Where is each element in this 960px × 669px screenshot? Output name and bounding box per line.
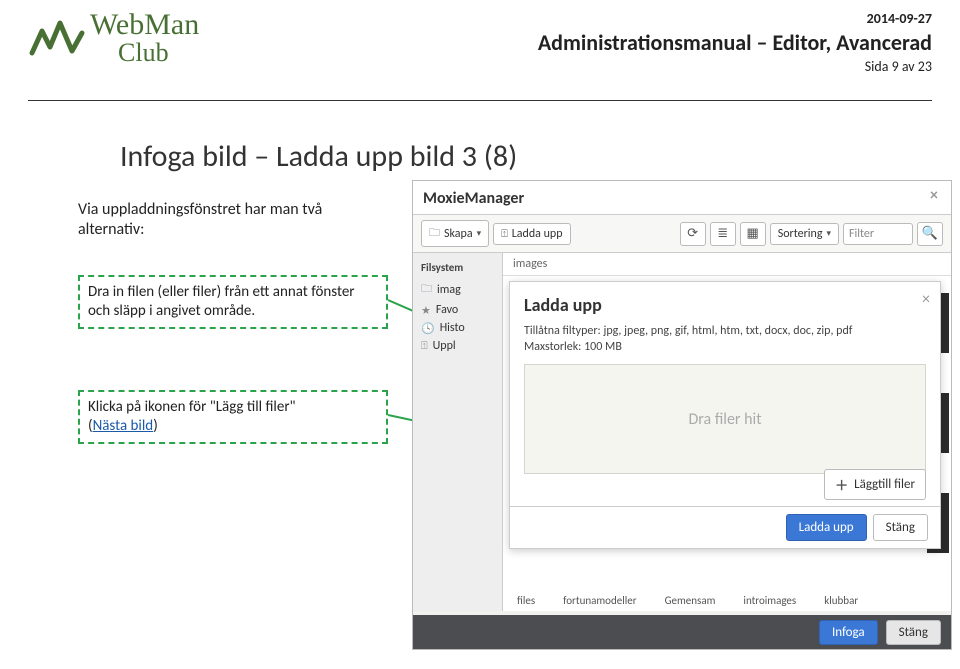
close-upload-button[interactable]: Stäng bbox=[873, 514, 928, 541]
callout-drag-drop: Dra in filen (eller filer) från ett anna… bbox=[78, 275, 388, 329]
sidebar-item-label: Histo bbox=[440, 321, 465, 335]
moxie-title: MoxieManager bbox=[423, 189, 524, 208]
intro-text: Via uppladdningsfönstret har man två alt… bbox=[78, 200, 322, 240]
filter-input[interactable]: Filter bbox=[843, 223, 913, 245]
allowed-types: Tillåtna filtyper: jpg, jpeg, png, gif, … bbox=[524, 324, 926, 338]
thumb-label: introimages bbox=[743, 594, 796, 607]
next-image-link[interactable]: Nästa bild bbox=[93, 417, 154, 435]
caret-down-icon: ▾ bbox=[477, 228, 482, 239]
close-icon[interactable]: × bbox=[922, 290, 930, 309]
callout-2-post: ) bbox=[153, 417, 158, 435]
moxie-toolbar: 🗀 Skapa ▾ ⍐ Ladda upp ⟳ ≣ ▦ Sortering ▾ … bbox=[413, 215, 951, 253]
add-files-button[interactable]: ＋ Läggtill filer bbox=[824, 469, 926, 500]
page-number: Sida 9 av 23 bbox=[538, 58, 932, 75]
add-files-label: Läggtill filer bbox=[854, 477, 915, 492]
upload-icon: ⍐ bbox=[421, 339, 428, 353]
sidebar-item-uploads[interactable]: ⍐ Uppl bbox=[413, 337, 502, 355]
sidebar-item-images[interactable]: 🗀 imag bbox=[413, 278, 502, 301]
thumb-label: fortunamodeller bbox=[563, 594, 636, 607]
sort-label: Sortering bbox=[778, 227, 823, 241]
breadcrumb[interactable]: images bbox=[503, 253, 951, 276]
star-icon: ★ bbox=[421, 304, 431, 317]
logo-text-line1: WebMan bbox=[90, 10, 199, 40]
moxiemanager-screenshot: MoxieManager × 🗀 Skapa ▾ ⍐ Ladda upp ⟳ ≣… bbox=[412, 180, 952, 650]
thumb-label: files bbox=[517, 594, 535, 607]
folder-plus-icon: 🗀 bbox=[429, 224, 440, 243]
create-button[interactable]: 🗀 Skapa ▾ bbox=[421, 220, 489, 247]
document-date: 2014-09-27 bbox=[538, 10, 932, 27]
insert-button[interactable]: Infoga bbox=[819, 620, 878, 645]
grid-view-button[interactable]: ▦ bbox=[740, 222, 766, 246]
callout-2-text: Klicka på ikonen för "Lägg till filer" bbox=[88, 398, 296, 416]
intro-line1: Via uppladdningsfönstret har man två bbox=[78, 200, 322, 219]
dropzone-label: Dra filer hit bbox=[688, 410, 761, 429]
logo-text-line2: Club bbox=[118, 40, 199, 66]
upload-button[interactable]: ⍐ Ladda upp bbox=[493, 223, 570, 245]
sidebar-heading: Filsystem bbox=[413, 257, 502, 278]
thumb-labels-row: files fortunamodeller Gemensam introimag… bbox=[517, 594, 858, 607]
upload-icon: ⍐ bbox=[501, 227, 508, 241]
search-icon: 🔍 bbox=[922, 226, 938, 241]
moxie-sidebar: Filsystem 🗀 imag ★ Favo 🕓 Histo ⍐ Uppl bbox=[413, 253, 503, 611]
sidebar-item-label: Uppl bbox=[433, 339, 456, 353]
callout-add-files: Klicka på ikonen för "Lägg till filer" (… bbox=[78, 390, 388, 444]
upload-panel: × Ladda upp Tillåtna filtyper: jpg, jpeg… bbox=[509, 281, 941, 549]
sidebar-item-label: imag bbox=[437, 283, 461, 297]
sort-button[interactable]: Sortering ▾ bbox=[770, 223, 839, 245]
thumb-label: Gemensam bbox=[665, 594, 716, 607]
sidebar-item-favorites[interactable]: ★ Favo bbox=[413, 301, 502, 319]
do-upload-button[interactable]: Ladda upp bbox=[786, 514, 867, 541]
caret-down-icon: ▾ bbox=[826, 228, 831, 239]
moxie-footer: Infoga Stäng bbox=[413, 615, 951, 649]
sidebar-item-label: Favo bbox=[436, 303, 458, 317]
upload-panel-footer: Ladda upp Stäng bbox=[510, 506, 940, 548]
list-view-button[interactable]: ≣ bbox=[710, 222, 736, 246]
upload-panel-title: Ladda upp bbox=[524, 294, 926, 316]
callout-1-line1: Dra in filen (eller filer) från ett anna… bbox=[88, 283, 355, 301]
grid-icon: ▦ bbox=[747, 226, 759, 241]
refresh-icon: ⟳ bbox=[687, 226, 698, 241]
moxie-content: images × Ladda upp Tillåtna filtyper: jp… bbox=[503, 253, 951, 611]
search-button[interactable]: 🔍 bbox=[917, 222, 943, 246]
logo-mark-icon bbox=[28, 11, 86, 65]
logo: WebMan Club bbox=[28, 10, 199, 66]
folder-icon: 🗀 bbox=[421, 280, 432, 299]
max-size: Maxstorlek: 100 MB bbox=[524, 340, 926, 354]
close-icon[interactable]: × bbox=[927, 189, 941, 203]
document-title: Administrationsmanual – Editor, Avancera… bbox=[538, 29, 932, 56]
create-label: Skapa bbox=[444, 227, 473, 241]
list-icon: ≣ bbox=[717, 226, 728, 241]
callout-1-line2: och släpp i angivet område. bbox=[88, 302, 255, 320]
header-divider bbox=[28, 100, 932, 101]
clock-icon: 🕓 bbox=[421, 322, 435, 335]
intro-line2: alternativ: bbox=[78, 220, 144, 239]
sidebar-item-history[interactable]: 🕓 Histo bbox=[413, 319, 502, 337]
dropzone[interactable]: Dra filer hit bbox=[524, 364, 926, 474]
footer-close-button[interactable]: Stäng bbox=[886, 620, 941, 645]
refresh-button[interactable]: ⟳ bbox=[680, 222, 706, 246]
section-title: Infoga bild – Ladda upp bild 3 (8) bbox=[120, 138, 517, 175]
thumb-label: klubbar bbox=[824, 594, 858, 607]
plus-icon: ＋ bbox=[835, 475, 848, 494]
upload-label: Ladda upp bbox=[512, 227, 563, 241]
